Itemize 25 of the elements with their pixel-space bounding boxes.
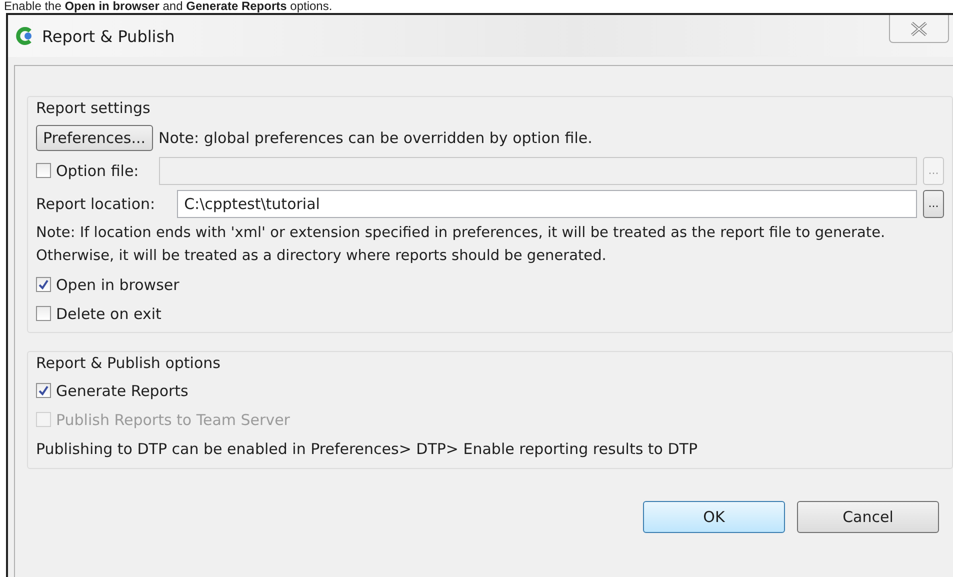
dtp-note: Publishing to DTP can be enabled in Preferences> DTP> Enable reporting results to DTP bbox=[36, 439, 698, 460]
checkbox-label[interactable]: Delete on exit bbox=[56, 304, 162, 322]
group-title: Report settings bbox=[36, 98, 152, 119]
checkbox[interactable] bbox=[36, 277, 51, 292]
checkbox[interactable] bbox=[36, 383, 51, 398]
cancel-button[interactable]: Cancel bbox=[797, 501, 939, 533]
report-location-field[interactable]: C:\cpptest\tutorial bbox=[177, 190, 917, 218]
location-note: Note: If location ends with 'xml' or extension specified in preferences, it will be treated as the report file to generate. Otherwise, it will be treated as a directory where reports should be generated. bbox=[36, 224, 886, 266]
close-icon bbox=[910, 22, 928, 36]
preferences-note: Note: global preferences can be overridden by option file. bbox=[158, 128, 592, 146]
checkbox[interactable] bbox=[36, 163, 51, 178]
app-logo-icon bbox=[16, 27, 34, 45]
browse-button[interactable]: ... bbox=[923, 190, 944, 218]
report-location-label: Report location: bbox=[36, 194, 156, 212]
close-button[interactable] bbox=[889, 15, 949, 43]
group-title: Report & Publish options bbox=[36, 353, 222, 374]
ok-button[interactable]: OK bbox=[643, 501, 785, 533]
window-title: Report & Publish bbox=[42, 26, 175, 46]
checkbox-label[interactable]: Open in browser bbox=[56, 276, 180, 294]
caption-text: Enable the Open in browser and Generate Reports options. bbox=[3, 0, 334, 13]
checkbox-label[interactable]: Generate Reports bbox=[56, 382, 188, 400]
preferences-button[interactable]: Preferences... bbox=[36, 124, 153, 150]
checkbox-label[interactable]: Option file: bbox=[56, 162, 139, 180]
option-file-field[interactable] bbox=[158, 156, 917, 184]
checkbox[interactable] bbox=[36, 306, 51, 321]
